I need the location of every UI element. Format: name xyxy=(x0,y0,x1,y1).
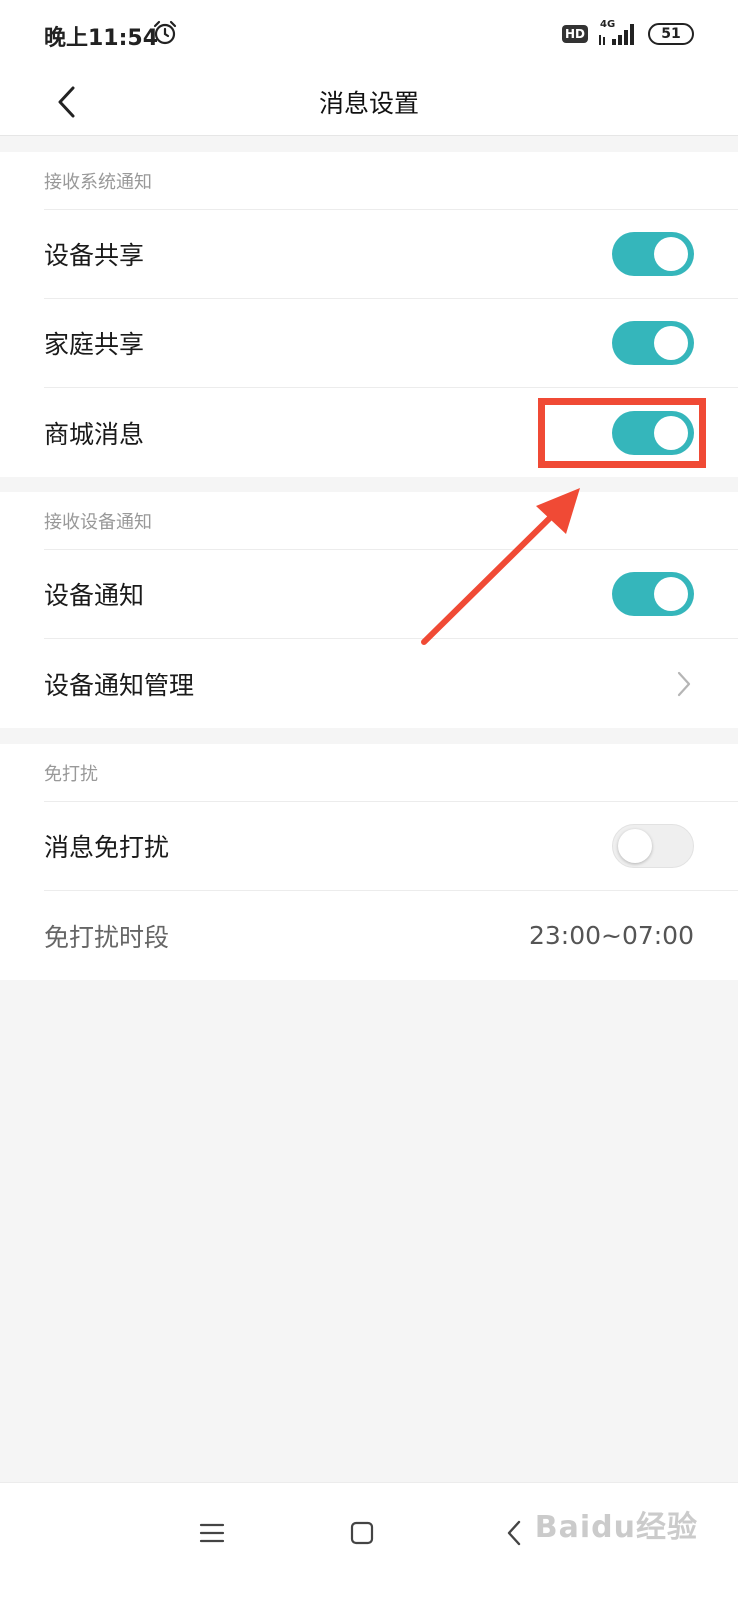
nav-bar: 消息设置 xyxy=(0,68,738,136)
toggle-knob xyxy=(654,326,688,360)
row-label: 设备通知管理 xyxy=(44,670,195,700)
row-device-notifications[interactable]: 设备通知 xyxy=(44,550,738,639)
toggle-knob xyxy=(654,577,688,611)
section-header: 接收系统通知 xyxy=(44,152,738,210)
system-back-button[interactable] xyxy=(492,1511,536,1555)
annotation-highlight-box xyxy=(538,398,706,468)
home-button[interactable] xyxy=(340,1511,384,1555)
back-triangle-icon xyxy=(507,1520,521,1546)
toggle-knob xyxy=(654,237,688,271)
row-label: 免打扰时段 xyxy=(44,922,170,952)
section-header: 免打扰 xyxy=(44,744,738,802)
section-header: 接收设备通知 xyxy=(44,492,738,550)
section-device-notifications: 接收设备通知 设备通知 设备通知管理 xyxy=(0,492,738,728)
page-title: 消息设置 xyxy=(318,89,419,118)
section-do-not-disturb: 免打扰 消息免打扰 免打扰时段 23:00~07:00 xyxy=(0,744,738,980)
hd-badge: HD xyxy=(561,25,588,43)
message-dnd-toggle[interactable] xyxy=(612,824,694,868)
row-family-sharing[interactable]: 家庭共享 xyxy=(44,299,738,388)
row-label: 设备共享 xyxy=(44,241,145,270)
menu-button[interactable] xyxy=(190,1511,234,1555)
battery-level: 51 xyxy=(661,26,681,42)
signal-bars-icon xyxy=(599,24,634,45)
chevron-right-icon xyxy=(677,671,691,696)
row-message-dnd[interactable]: 消息免打扰 xyxy=(44,802,738,891)
battery-icon: 51 xyxy=(648,23,694,45)
row-device-notification-management[interactable]: 设备通知管理 xyxy=(44,639,738,728)
row-dnd-period[interactable]: 免打扰时段 23:00~07:00 xyxy=(44,891,738,980)
row-label: 家庭共享 xyxy=(44,330,145,359)
signal-indicator: 4G xyxy=(598,19,638,47)
menu-icon xyxy=(199,1523,225,1543)
status-time: 晚上11:54 xyxy=(44,26,159,51)
row-device-sharing[interactable]: 设备共享 xyxy=(44,210,738,299)
status-bar: 晚上11:54 HD 4G 51 xyxy=(0,0,738,68)
device-notifications-toggle[interactable] xyxy=(612,572,694,616)
status-icons: HD 4G 51 xyxy=(561,19,694,48)
family-sharing-toggle[interactable] xyxy=(612,321,694,365)
toggle-knob xyxy=(618,829,652,863)
home-square-icon xyxy=(350,1521,374,1545)
baidu-watermark: Baidu经验 xyxy=(534,1510,698,1545)
device-sharing-toggle[interactable] xyxy=(612,232,694,276)
alarm-clock-icon xyxy=(153,20,177,45)
dnd-period-value: 23:00~07:00 xyxy=(528,921,694,950)
row-label: 消息免打扰 xyxy=(44,833,170,862)
row-label: 设备通知 xyxy=(44,581,145,610)
row-label: 商城消息 xyxy=(44,419,145,449)
